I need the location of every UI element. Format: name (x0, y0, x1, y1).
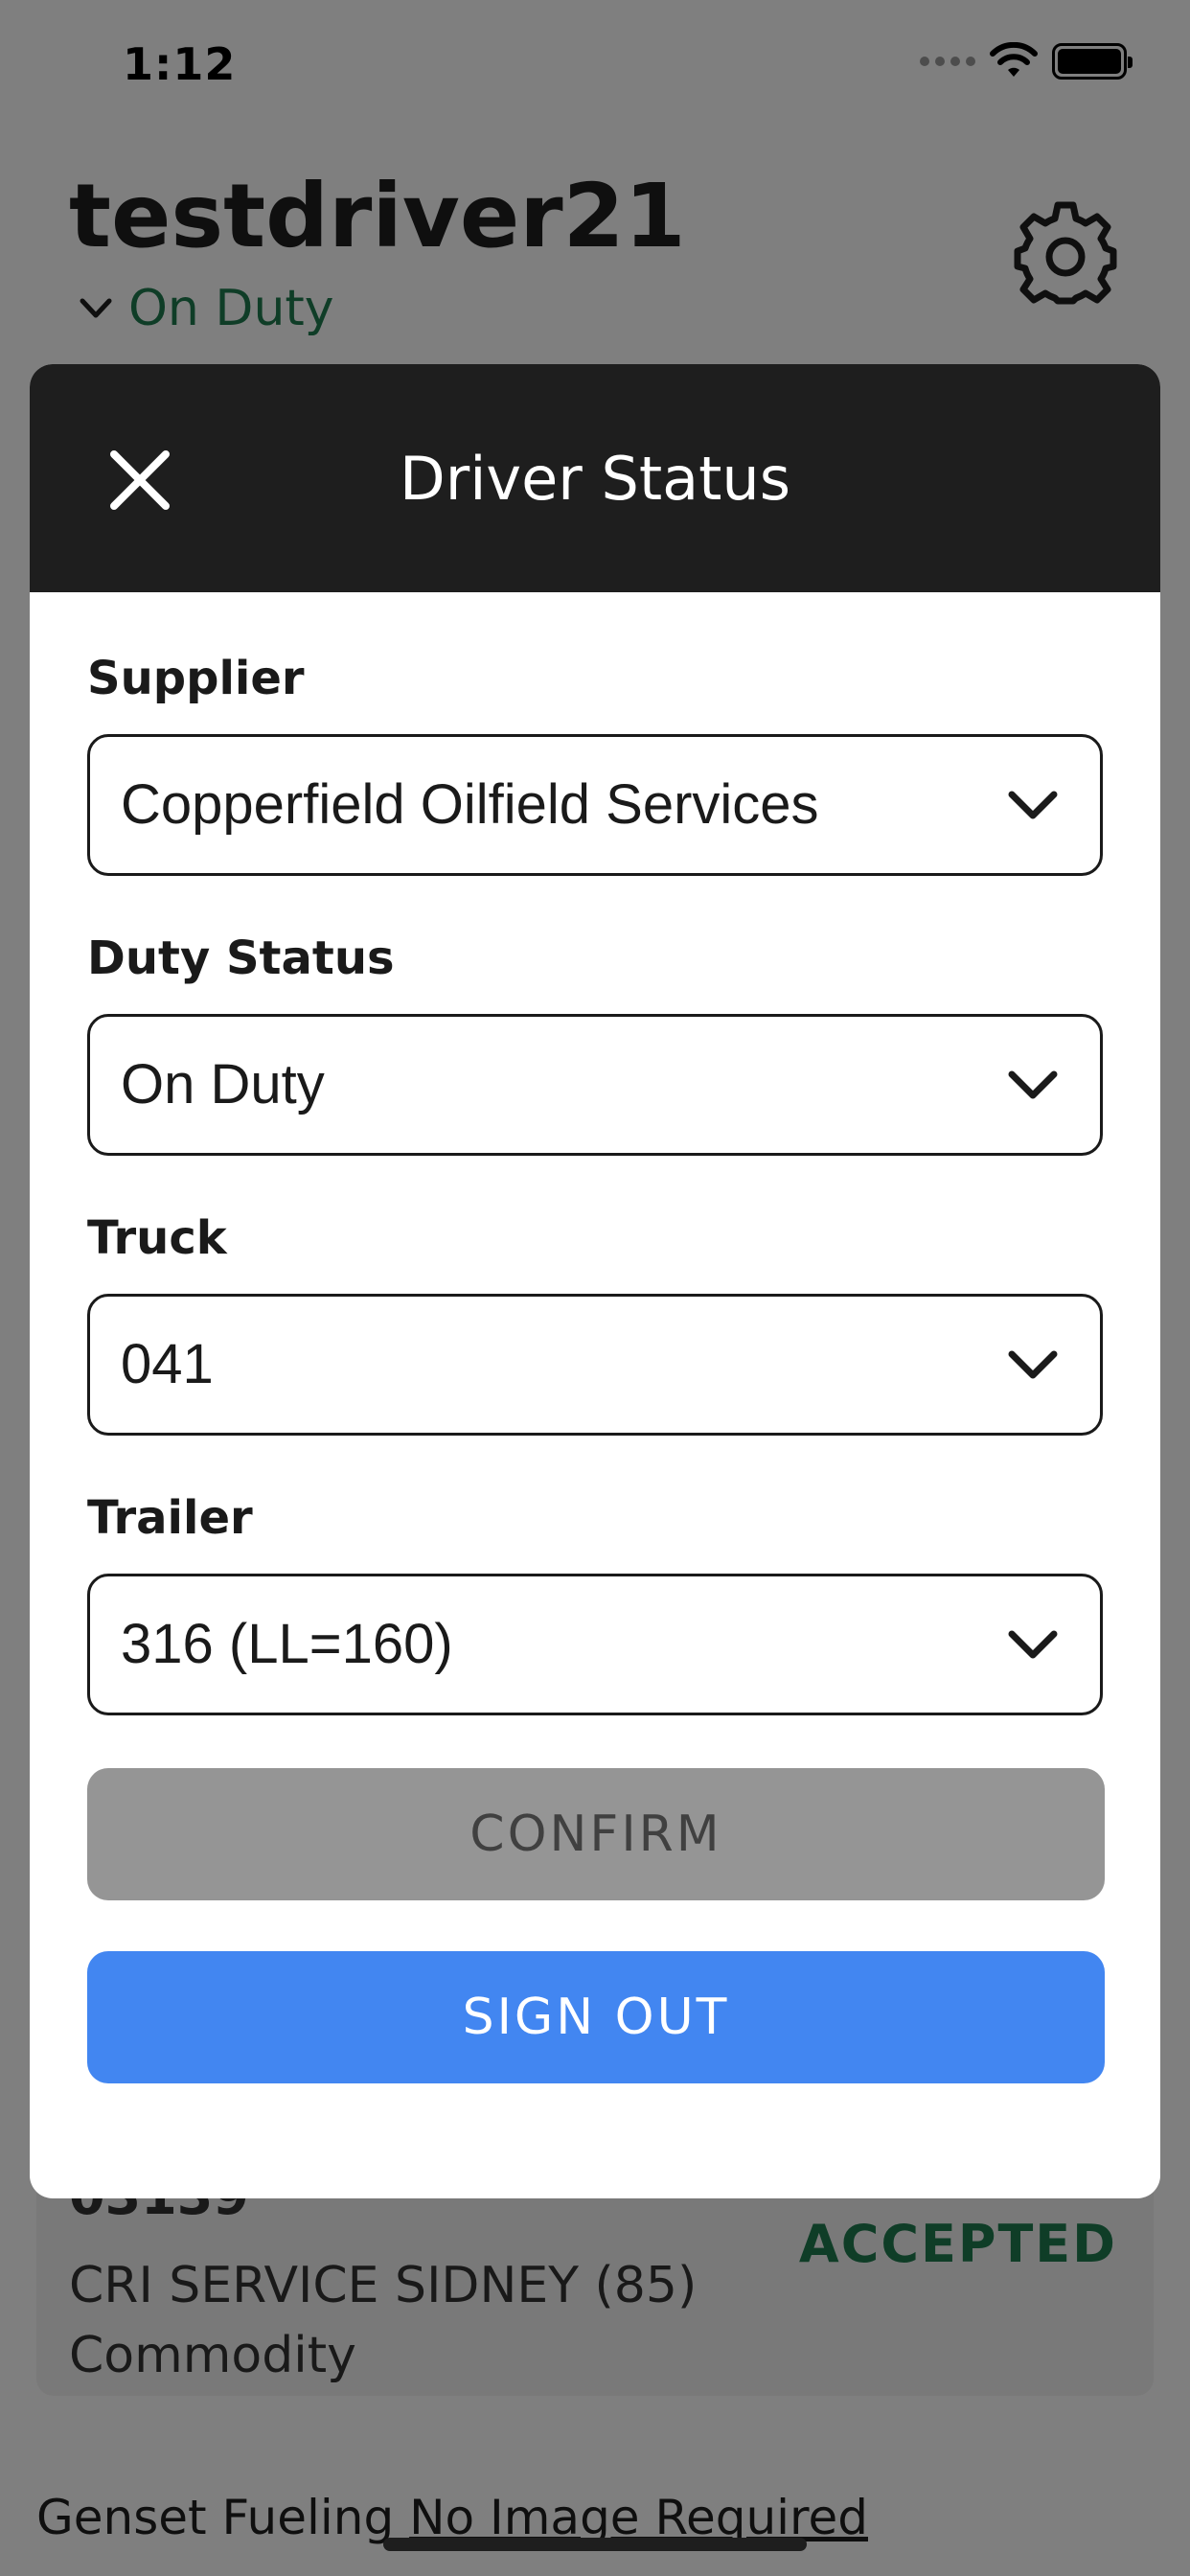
chevron-down-icon (1008, 1350, 1058, 1379)
confirm-button-label: CONFIRM (469, 1806, 722, 1863)
chevron-down-icon (1008, 791, 1058, 819)
chevron-down-icon (1008, 1630, 1058, 1659)
trailer-select[interactable]: 316 (LL=160) (87, 1574, 1103, 1715)
trailer-label: Trailer (87, 1491, 253, 1545)
truck-select[interactable]: 041 (87, 1294, 1103, 1436)
trailer-value: 316 (LL=160) (121, 1613, 453, 1675)
close-icon[interactable] (106, 447, 173, 514)
chevron-down-icon (1008, 1070, 1058, 1099)
supplier-label: Supplier (87, 652, 305, 705)
truck-value: 041 (121, 1333, 214, 1395)
sign-out-button-label: SIGN OUT (462, 1989, 730, 2046)
sign-out-button[interactable]: SIGN OUT (87, 1951, 1105, 2083)
truck-label: Truck (87, 1211, 227, 1265)
modal-header: Driver Status (30, 364, 1160, 592)
confirm-button[interactable]: CONFIRM (87, 1768, 1105, 1900)
driver-status-modal: Driver Status Supplier Copperfield Oilfi… (30, 364, 1160, 2198)
modal-title: Driver Status (399, 443, 791, 514)
home-indicator (383, 2538, 807, 2551)
duty-status-label: Duty Status (87, 932, 395, 985)
duty-status-select[interactable]: On Duty (87, 1014, 1103, 1156)
duty-status-value: On Duty (121, 1053, 325, 1116)
supplier-select[interactable]: Copperfield Oilfield Services (87, 734, 1103, 876)
supplier-value: Copperfield Oilfield Services (121, 773, 819, 836)
